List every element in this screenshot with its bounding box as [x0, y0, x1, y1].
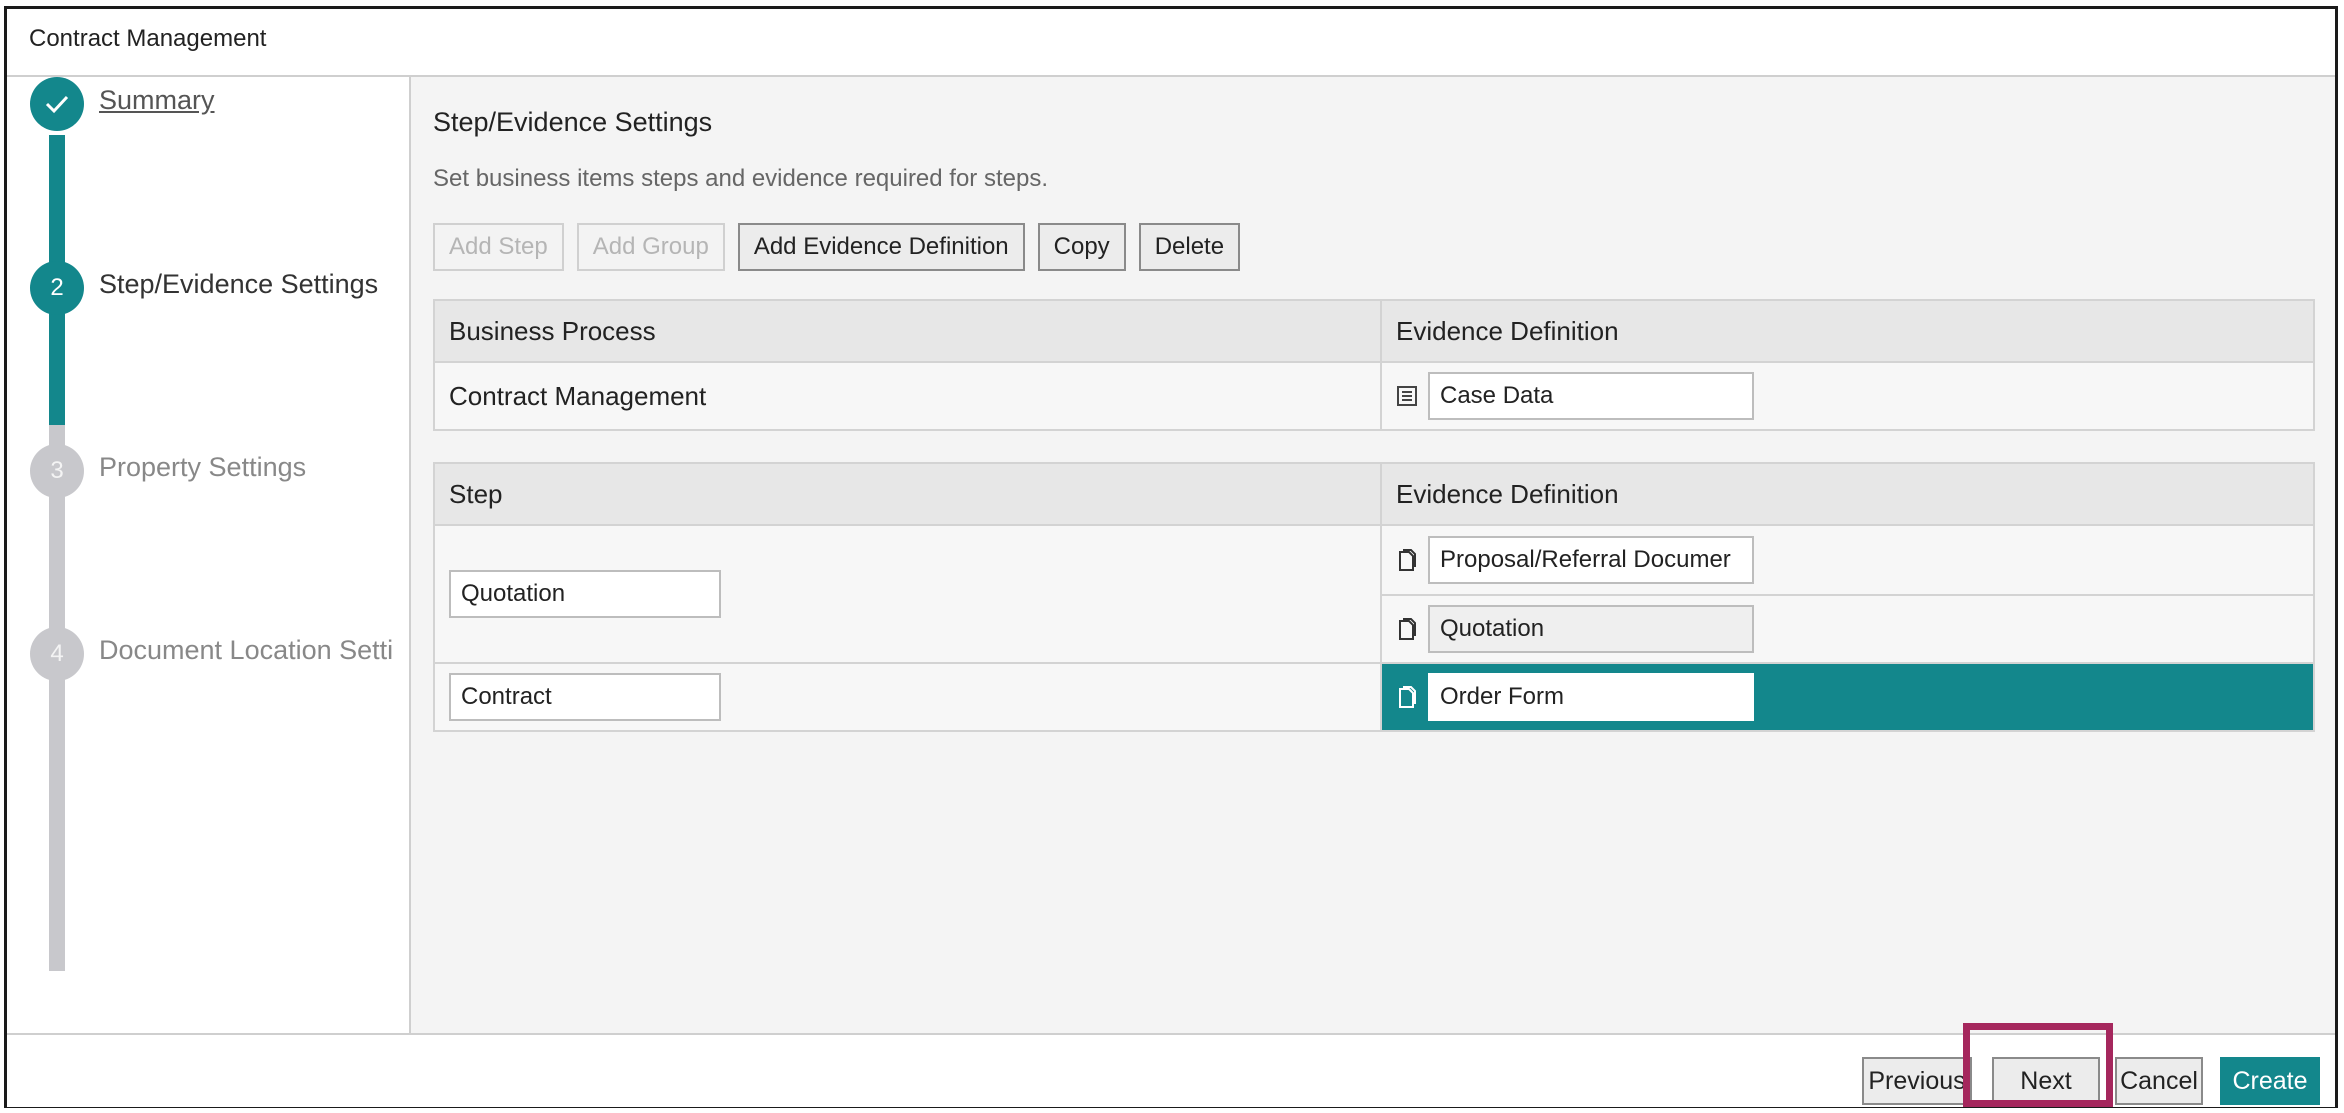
- document-icon: [1399, 618, 1416, 640]
- step-1-check-icon: [30, 77, 84, 131]
- evidence-definition-input[interactable]: [1428, 536, 1754, 584]
- wizard-sidebar: Summary 2 Step/Evidence Settings 3 Prope…: [7, 77, 411, 1033]
- main-panel: Step/Evidence Settings Set business item…: [411, 77, 2335, 1033]
- business-process-table: Business Process Evidence Definition Con…: [433, 299, 2315, 431]
- column-header-evidence-definition: Evidence Definition: [1380, 462, 2315, 526]
- step-3-number: 3: [30, 444, 84, 498]
- dialog-footer: Previous Next Cancel Create: [7, 1033, 2335, 1107]
- create-button[interactable]: Create: [2220, 1057, 2320, 1105]
- evidence-definition-input[interactable]: [1428, 673, 1754, 721]
- delete-button[interactable]: Delete: [1138, 223, 1241, 271]
- section-title: Step/Evidence Settings: [433, 107, 713, 137]
- cancel-button[interactable]: Cancel: [2115, 1057, 2203, 1105]
- column-header-evidence-definition: Evidence Definition: [1380, 299, 2315, 363]
- step-2-number: 2: [30, 261, 84, 315]
- window-title: Contract Management: [29, 25, 267, 52]
- next-button[interactable]: Next: [1992, 1057, 2100, 1105]
- wizard-step-step-evidence: Step/Evidence Settings: [99, 269, 379, 299]
- table-row[interactable]: [433, 662, 2315, 732]
- dialog-window: Contract Management Summary 2 Step/Evide…: [4, 6, 2338, 1108]
- document-icon: [1399, 549, 1416, 571]
- table-row[interactable]: Contract Management: [433, 361, 2315, 431]
- wizard-step-document-location: Document Location Setti: [99, 635, 394, 665]
- previous-button[interactable]: Previous: [1862, 1057, 1972, 1105]
- step-name-input[interactable]: [449, 673, 721, 721]
- business-process-name: Contract Management: [433, 361, 1382, 431]
- add-group-button: Add Group: [576, 223, 725, 271]
- wizard-step-summary[interactable]: Summary: [99, 85, 215, 116]
- title-bar: Contract Management: [7, 9, 2335, 77]
- document-icon: [1399, 686, 1416, 708]
- list-document-icon: [1397, 386, 1417, 406]
- toolbar: Add Step Add Group Add Evidence Definiti…: [433, 223, 1241, 271]
- wizard-step-property-settings: Property Settings: [99, 452, 307, 482]
- step-name-input[interactable]: [449, 570, 721, 618]
- column-header-step: Step: [433, 462, 1382, 526]
- copy-button[interactable]: Copy: [1037, 223, 1126, 271]
- selected-evidence-cell[interactable]: [1380, 662, 2315, 732]
- evidence-definition-input[interactable]: [1428, 372, 1754, 420]
- progress-rail-remaining: [49, 425, 65, 971]
- step-4-number: 4: [30, 627, 84, 681]
- step-table: Step Evidence Definition: [433, 462, 2315, 732]
- column-header-business-process: Business Process: [433, 299, 1382, 363]
- table-row[interactable]: [433, 524, 2315, 664]
- evidence-definition-input[interactable]: [1428, 605, 1754, 653]
- add-step-button: Add Step: [433, 223, 564, 271]
- section-description: Set business items steps and evidence re…: [433, 165, 1048, 192]
- add-evidence-definition-button[interactable]: Add Evidence Definition: [737, 223, 1025, 271]
